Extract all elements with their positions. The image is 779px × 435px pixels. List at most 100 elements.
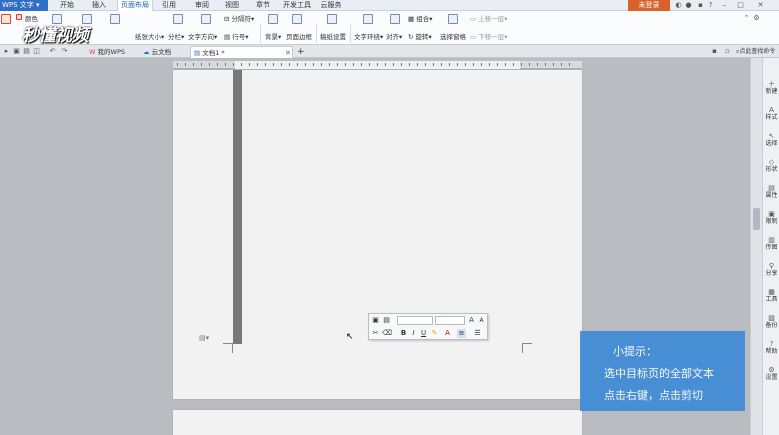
menu-bar: WPS 文字 ▾ 开始 插入 页面布局 引用 审阅 视图 章节 开发工具 云服务…	[0, 0, 779, 11]
tab-developer[interactable]: 开发工具	[280, 0, 314, 11]
group-button[interactable]: ▦ 组合▾	[408, 15, 432, 23]
ruler-tick	[337, 63, 338, 66]
draft-settings-button[interactable]: 稿纸设置	[320, 33, 346, 41]
sidebar-item-backup[interactable]: ▧ 备份	[763, 314, 779, 338]
rotate-button[interactable]: ↻ 旋转▾	[408, 33, 432, 41]
columns-button[interactable]: 分栏▾	[168, 33, 184, 41]
align-button[interactable]: 对齐▾	[386, 33, 402, 41]
minimize-icon[interactable]: –	[720, 1, 729, 10]
sidebar-item-share[interactable]: ⚲ 分享	[763, 262, 779, 286]
app-center-icon[interactable]: ▪	[696, 1, 705, 10]
settings-icon: ⚙	[768, 366, 775, 374]
redo-icon[interactable]: ↷	[60, 47, 69, 56]
sidebar-item-help[interactable]: ? 帮助	[763, 340, 779, 364]
sidebar-item-new[interactable]: ＋新建	[763, 80, 779, 104]
tip-line-2: 点击右键，点击剪切	[604, 389, 703, 402]
skin-icon[interactable]: ◐	[674, 1, 683, 10]
layout-icon[interactable]: ▫	[723, 47, 732, 56]
feedback-icon[interactable]: ●	[684, 1, 693, 10]
tab-insert[interactable]: 插入	[84, 0, 114, 11]
new-tab-button[interactable]: +	[294, 46, 305, 58]
search-command[interactable]: ⌕点此查找命令	[733, 46, 779, 58]
tip-title: 小提示：	[613, 345, 657, 358]
format-painter-icon[interactable]: ▣	[371, 316, 380, 325]
ruler-tick	[201, 63, 202, 66]
page-border-icon	[292, 14, 302, 24]
shrink-font-icon[interactable]: A	[477, 316, 486, 325]
paragraph-spacing-icon[interactable]: ≡	[457, 329, 466, 338]
cut-icon[interactable]: ✂	[371, 329, 380, 338]
tab-review[interactable]: 审阅	[189, 0, 215, 11]
sidebar-item-style[interactable]: A 样式	[763, 106, 779, 130]
sidebar-item-upload-image[interactable]: ▥ 传图	[763, 236, 779, 260]
sidebar-item-tools[interactable]: ▦ 工具	[763, 288, 779, 312]
tab-view[interactable]: 视图	[219, 0, 245, 11]
tab-document1[interactable]: ▤ 文档1 * ✕	[190, 46, 293, 58]
sidebar-item-shape[interactable]: ◇ 形状	[763, 158, 779, 182]
horizontal-ruler[interactable]	[173, 61, 582, 69]
preview-icon[interactable]: ◫	[32, 47, 41, 56]
list-icon[interactable]: ☰	[473, 329, 482, 338]
vertical-scrollbar[interactable]	[750, 58, 762, 435]
app-title-menu[interactable]: WPS 文字 ▾	[0, 0, 48, 11]
help-icon: ?	[769, 340, 774, 348]
ribbon-collapse-icon[interactable]: ⌃	[742, 14, 751, 23]
paper-size-button[interactable]: 纸张大小▾	[135, 33, 164, 41]
tab-document1-label: 文档1 *	[202, 49, 225, 57]
login-button[interactable]: 未登录	[628, 0, 670, 11]
close-icon[interactable]: ✕	[756, 1, 765, 10]
tab-page-layout[interactable]: 页面布局	[117, 0, 153, 11]
color-icon	[16, 14, 22, 20]
undo-icon[interactable]: ↶	[48, 47, 57, 56]
sidebar-item-settings[interactable]: ⚙ 设置	[763, 366, 779, 390]
tab-chapter[interactable]: 章节	[250, 0, 276, 11]
background-button[interactable]: 背景▾	[265, 33, 281, 41]
tab-my-wps[interactable]: W 我的WPS	[86, 46, 136, 58]
paragraph-handle-icon[interactable]: ▤▾	[199, 334, 213, 342]
tab-references[interactable]: 引用	[156, 0, 182, 11]
text-wrap-button[interactable]: 文字环绕▾	[354, 33, 383, 41]
selected-text-highlight[interactable]	[233, 70, 242, 344]
save-icon[interactable]: ▣	[12, 47, 21, 56]
maximize-icon[interactable]: □	[736, 1, 745, 10]
paste-icon[interactable]: ▤	[382, 316, 391, 325]
ruler-tick	[537, 63, 538, 66]
tab-cloud-doc[interactable]: ☁ 云文档	[140, 46, 190, 58]
font-size-select[interactable]	[435, 316, 465, 325]
ruler-tick	[313, 63, 314, 66]
ruler-tick	[225, 63, 226, 66]
separator-button[interactable]: ⊟ 分隔符▾	[224, 15, 254, 23]
print-icon[interactable]: ▤	[22, 47, 31, 56]
bold-icon[interactable]: B	[399, 329, 408, 338]
tab-start[interactable]: 开始	[52, 0, 82, 11]
ribbon-settings-icon[interactable]: ⚙	[752, 14, 761, 23]
document-tab-bar: ▸ ▣ ▤ ◫ ↶ ↷ W 我的WPS ☁ 云文档 ▤ 文档1 * ✕ + ▪ ▫…	[0, 45, 779, 58]
grow-font-icon[interactable]: A	[467, 316, 476, 325]
theme-icon[interactable]	[1, 14, 11, 24]
document-page-next[interactable]	[173, 410, 582, 435]
help-menu-icon[interactable]: ?	[706, 1, 715, 10]
sidebar-item-restrict[interactable]: ▣ 限制	[763, 210, 779, 234]
scrollbar-thumb[interactable]	[753, 208, 760, 230]
font-name-select[interactable]	[397, 316, 433, 325]
send-backward-button[interactable]: ▭ 下移一层▾	[470, 33, 507, 41]
highlight-icon[interactable]: ✎	[430, 329, 439, 338]
underline-icon[interactable]: U	[419, 329, 428, 338]
sidebar-item-select[interactable]: ↖ 选择	[763, 132, 779, 156]
mouse-cursor-icon: ↖	[346, 332, 354, 342]
tab-cloud-service[interactable]: 云服务	[318, 0, 344, 11]
font-color-icon[interactable]: A	[443, 329, 452, 338]
sidebar-item-property[interactable]: ▤ 属性	[763, 184, 779, 208]
text-direction-button[interactable]: 文字方向▾	[188, 33, 217, 41]
page-border-button[interactable]: 页面边框	[286, 33, 312, 41]
italic-icon[interactable]: I	[409, 329, 418, 338]
clear-format-icon[interactable]: ⌫	[382, 329, 392, 338]
selection-pane-button[interactable]: 选择窗格	[440, 33, 466, 41]
separator-label: 分隔符	[231, 15, 252, 23]
tab-menu-icon[interactable]: ▪	[710, 47, 719, 56]
line-number-button[interactable]: ▤ 行号▾	[224, 33, 248, 41]
quick-access-icon[interactable]: ▸	[2, 47, 11, 56]
bring-forward-button[interactable]: ▭ 上移一层▾	[470, 15, 507, 23]
ruler-tick	[361, 63, 362, 66]
ruler-tick	[321, 63, 322, 66]
